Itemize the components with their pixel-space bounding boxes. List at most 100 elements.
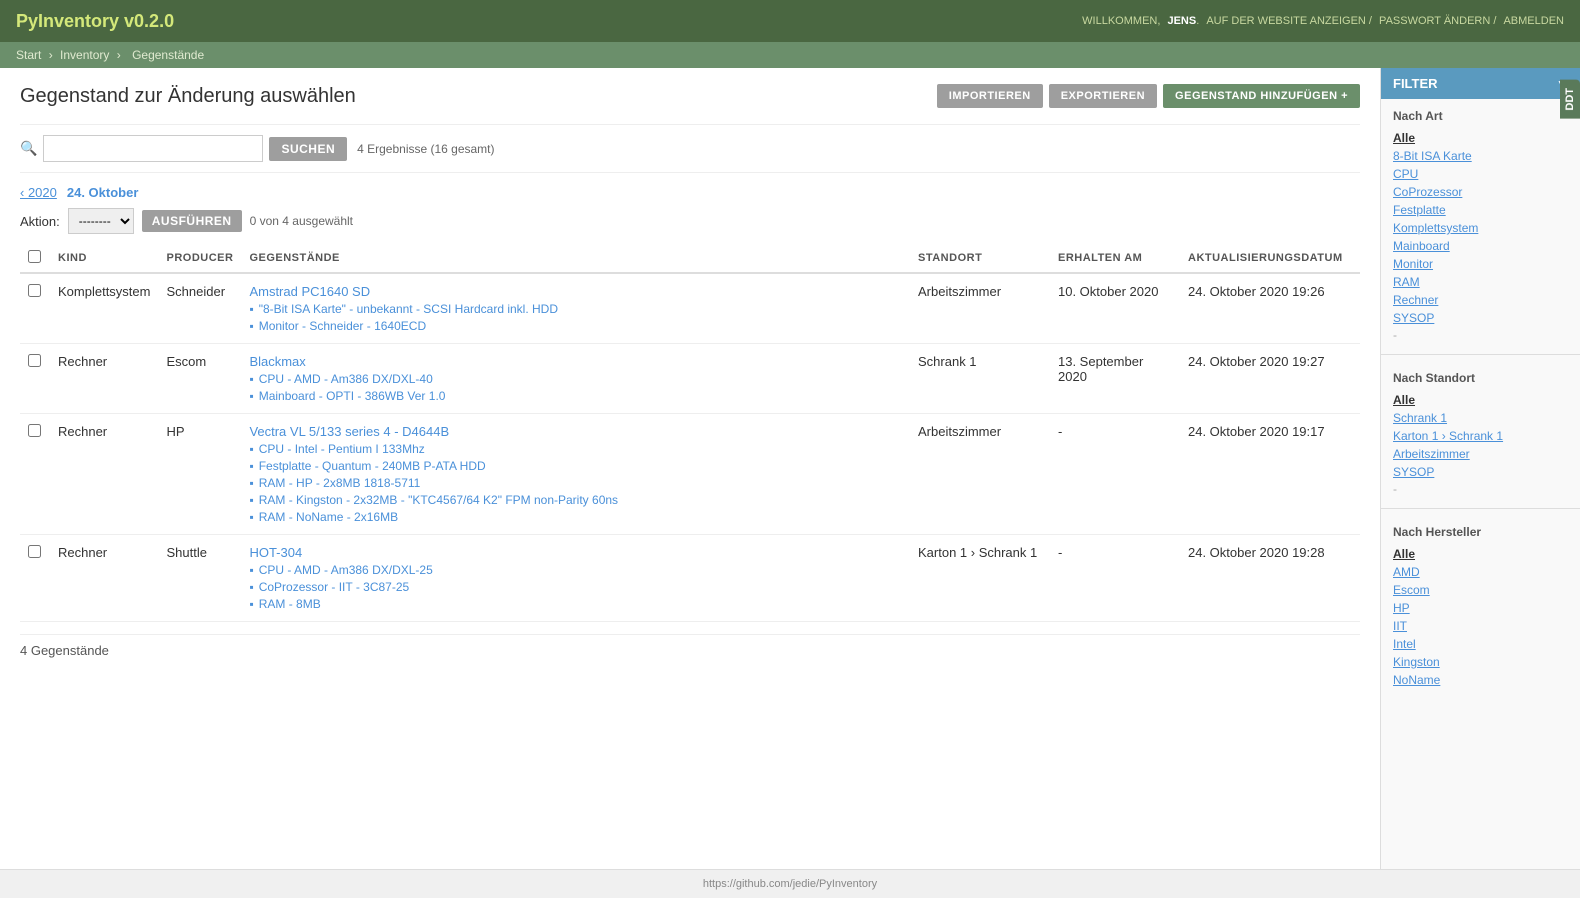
cell-standort: Schrank 1 [910,344,1050,414]
footer-url[interactable]: https://github.com/jedie/PyInventory [703,878,877,890]
filter-item[interactable]: 8-Bit ISA Karte [1393,147,1568,165]
cell-erhalten: - [1050,535,1180,622]
sub-item-link[interactable]: CPU - Intel - Pentium I 133Mhz [259,442,425,456]
website-link[interactable]: AUF DER WEBSITE ANZEIGEN [1206,15,1366,27]
sub-item: CPU - AMD - Am386 DX/DXL-25 [249,563,902,577]
filter-nach-standort: Nach Standort AlleSchrank 1Karton 1 › Sc… [1381,361,1580,502]
main-layout: Gegenstand zur Änderung auswählen IMPORT… [0,68,1580,869]
search-icon: 🔍 [20,140,37,157]
cell-aktualisierung: 24. Oktober 2020 19:28 [1180,535,1360,622]
page-header: Gegenstand zur Änderung auswählen IMPORT… [20,84,1360,108]
filter-item[interactable]: IIT [1393,617,1568,635]
sub-item-link[interactable]: "8-Bit ISA Karte" - unbekannt - SCSI Har… [259,302,558,316]
cell-producer: Schneider [158,273,241,344]
welcome-text: WILLKOMMEN, [1082,15,1160,27]
filter-item[interactable]: AMD [1393,563,1568,581]
row-checkbox[interactable] [28,424,41,437]
sub-item: RAM - 8MB [249,597,902,611]
export-button[interactable]: EXPORTIEREN [1049,84,1157,108]
sub-item-link[interactable]: Festplatte - Quantum - 240MB P-ATA HDD [259,459,486,473]
cell-gegenstand: Blackmax CPU - AMD - Am386 DX/DXL-40 Mainb… [241,344,910,414]
sub-item: "8-Bit ISA Karte" - unbekannt - SCSI Har… [249,302,902,316]
logout-link[interactable]: ABMELDEN [1503,15,1564,27]
filter-item[interactable]: NoName [1393,671,1568,689]
filter-item[interactable]: CPU [1393,165,1568,183]
item-main-link[interactable]: Blackmax [249,354,305,369]
filter-item[interactable]: Schrank 1 [1393,409,1568,427]
prev-year-link[interactable]: ‹ 2020 [20,185,57,200]
filter-item[interactable]: Alle [1393,545,1568,563]
filter-item[interactable]: Karton 1 › Schrank 1 [1393,427,1568,445]
sub-item-link[interactable]: CPU - AMD - Am386 DX/DXL-40 [259,372,433,386]
select-all-checkbox[interactable] [28,250,41,263]
filter-item[interactable]: Alle [1393,391,1568,409]
row-checkbox[interactable] [28,545,41,558]
import-button[interactable]: IMPORTIEREN [937,84,1043,108]
row-checkbox[interactable] [28,354,41,367]
filter-item[interactable]: CoProzessor [1393,183,1568,201]
add-button[interactable]: GEGENSTAND HINZUFÜGEN + [1163,84,1360,108]
filter-item[interactable]: SYSOP [1393,309,1568,327]
password-link[interactable]: PASSWORT ÄNDERN [1379,15,1490,27]
item-main-link[interactable]: Amstrad PC1640 SD [249,284,370,299]
filter-nach-hersteller: Nach Hersteller AlleAMDEscomHPIITIntelKi… [1381,515,1580,695]
filter-item[interactable]: HP [1393,599,1568,617]
filter-item[interactable]: Alle [1393,129,1568,147]
username: JENS [1167,15,1196,27]
select-all-header [20,244,50,273]
cell-erhalten: - [1050,414,1180,535]
breadcrumb-inventory[interactable]: Inventory [60,48,109,62]
action-select[interactable]: -------- [68,208,134,234]
filter-item[interactable]: Rechner [1393,291,1568,309]
filter-item[interactable]: Intel [1393,635,1568,653]
filter-item[interactable]: Arbeitszimmer [1393,445,1568,463]
sub-item-link[interactable]: RAM - NoName - 2x16MB [259,510,398,524]
search-results: 4 Ergebnisse (16 gesamt) [357,142,494,156]
sub-item-link[interactable]: Mainboard - OPTI - 386WB Ver 1.0 [259,389,446,403]
side-tab[interactable]: DDT [1560,80,1580,119]
current-date[interactable]: 24. Oktober [67,185,139,200]
cell-producer: Shuttle [158,535,241,622]
filter-item[interactable]: Komplettsystem [1393,219,1568,237]
footer-count: 4 Gegenstände [20,634,1360,658]
filter-item[interactable]: Kingston [1393,653,1568,671]
sub-item: Mainboard - OPTI - 386WB Ver 1.0 [249,389,902,403]
filter-item[interactable]: Mainboard [1393,237,1568,255]
filter-item[interactable]: Monitor [1393,255,1568,273]
item-main-link[interactable]: Vectra VL 5/133 series 4 - D4644B [249,424,449,439]
selected-count: 0 von 4 ausgewählt [250,214,353,228]
header-standort: STANDORT [910,244,1050,273]
nach-art-title: Nach Art [1393,109,1568,123]
sub-item-link[interactable]: CPU - AMD - Am386 DX/DXL-25 [259,563,433,577]
search-input[interactable] [43,135,263,162]
search-bar: 🔍 Suchen 4 Ergebnisse (16 gesamt) [20,124,1360,173]
filter-nach-art: Nach Art Alle8-Bit ISA KarteCPUCoProzess… [1381,99,1580,348]
sub-item-link[interactable]: CoProzessor - IIT - 3C87-25 [259,580,410,594]
filter-title: FILTER [1393,76,1438,91]
sub-item-link[interactable]: RAM - Kingston - 2x32MB - "KTC4567/64 K2… [259,493,618,507]
breadcrumb-start[interactable]: Start [16,48,41,62]
sub-item: CoProzessor - IIT - 3C87-25 [249,580,902,594]
sub-item-link[interactable]: RAM - 8MB [259,597,321,611]
header-kind: KIND [50,244,158,273]
execute-button[interactable]: Ausführen [142,210,242,232]
cell-standort: Karton 1 › Schrank 1 [910,535,1050,622]
row-checkbox[interactable] [28,284,41,297]
filter-item[interactable]: SYSOP [1393,463,1568,481]
filter-item[interactable]: Festplatte [1393,201,1568,219]
table-row: RechnerHPVectra VL 5/133 series 4 - D464… [20,414,1360,535]
search-button[interactable]: Suchen [269,137,347,161]
sub-item: RAM - Kingston - 2x32MB - "KTC4567/64 K2… [249,493,902,507]
top-nav: WILLKOMMEN, JENS. AUF DER WEBSITE ANZEIG… [1078,15,1564,27]
sub-item-link[interactable]: Monitor - Schneider - 1640ECD [259,319,426,333]
top-header: PyInventory v0.2.0 WILLKOMMEN, JENS. AUF… [0,0,1580,42]
sub-item: CPU - AMD - Am386 DX/DXL-40 [249,372,902,386]
action-label: Aktion: [20,214,60,229]
item-main-link[interactable]: HOT-304 [249,545,302,560]
header-producer: PRODUCER [158,244,241,273]
filter-item[interactable]: Escom [1393,581,1568,599]
cell-kind: Rechner [50,344,158,414]
table-row: RechnerEscomBlackmaxCPU - AMD - Am386 DX… [20,344,1360,414]
sub-item-link[interactable]: RAM - HP - 2x8MB 1818-5711 [259,476,421,490]
filter-item[interactable]: RAM [1393,273,1568,291]
